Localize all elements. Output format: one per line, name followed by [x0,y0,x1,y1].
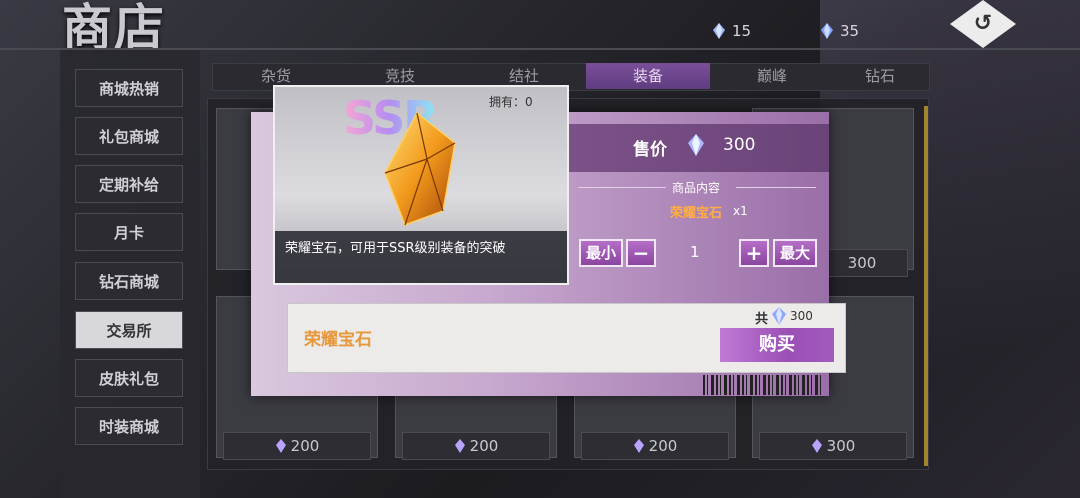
sidebar-item-skin-packs[interactable]: 皮肤礼包 [75,359,183,397]
content-item-name: 荣耀宝石 [670,206,723,221]
divider [736,187,816,188]
tab-equipment[interactable]: 装备 [586,63,710,89]
sidebar-item-periodic-supply[interactable]: 定期补给 [75,165,183,203]
barcode-decoration [703,375,821,395]
back-icon: ↺ [973,11,993,36]
increase-button[interactable]: + [739,239,769,267]
content-item-qty: x1 [733,204,748,218]
crystal-icon [811,439,822,453]
item-price: 200 [581,432,729,460]
total-value: 300 [790,309,813,323]
item-price-value: 300 [826,437,856,455]
sidebar-item-diamond-shop[interactable]: 钻石商城 [75,262,183,300]
currency-1-value: 15 [732,22,752,40]
tab-peak[interactable]: 巅峰 [710,63,834,89]
item-price: 300 [816,249,908,277]
currency-2-value: 35 [840,22,860,40]
total-label: 共 [755,312,769,327]
gem-item-icon [384,111,456,226]
item-price-value: 200 [290,437,320,455]
crystal-icon [713,23,725,39]
tab-diamond[interactable]: 钻石 [834,63,926,89]
sidebar-item-fashion-shop[interactable]: 时装商城 [75,407,183,445]
item-price: 300 [759,432,907,460]
price-label: 售价 [633,140,667,160]
item-price: 200 [223,432,371,460]
item-price-value: 300 [847,254,877,272]
quantity-value: 1 [690,243,700,261]
crystal-icon [821,23,833,39]
currency-counter-2: 35 [820,22,859,40]
item-price: 200 [402,432,550,460]
sidebar-item-exchange[interactable]: 交易所 [75,311,183,349]
divider [578,187,666,188]
sidebar-item-hot-sales[interactable]: 商城热销 [75,69,183,107]
crystal-icon [454,439,465,453]
crystal-icon [275,439,286,453]
contents-label: 商品内容 [672,181,721,195]
currency-counter-1: 15 [712,22,751,40]
owned-count: 拥有：0 [489,95,533,109]
scrollbar[interactable] [924,106,928,466]
buy-item-name: 荣耀宝石 [304,330,372,350]
item-price-value: 200 [469,437,499,455]
item-preview: SSR 拥有：0 荣耀宝石，可用于SSR级别装备的突破 [273,85,569,285]
item-description: 荣耀宝石，可用于SSR级别装备的突破 [275,231,567,283]
max-quantity-button[interactable]: 最大 [773,239,817,267]
price-value: 300 [723,135,756,155]
sidebar-item-gift-packs[interactable]: 礼包商城 [75,117,183,155]
item-price-value: 200 [648,437,678,455]
buy-button[interactable]: 购买 [720,328,834,362]
min-quantity-button[interactable]: 最小 [579,239,623,267]
crystal-icon [688,134,704,156]
crystal-icon [772,307,786,325]
decrease-button[interactable]: − [626,239,656,267]
sidebar-item-monthly-card[interactable]: 月卡 [75,213,183,251]
crystal-icon [633,439,644,453]
